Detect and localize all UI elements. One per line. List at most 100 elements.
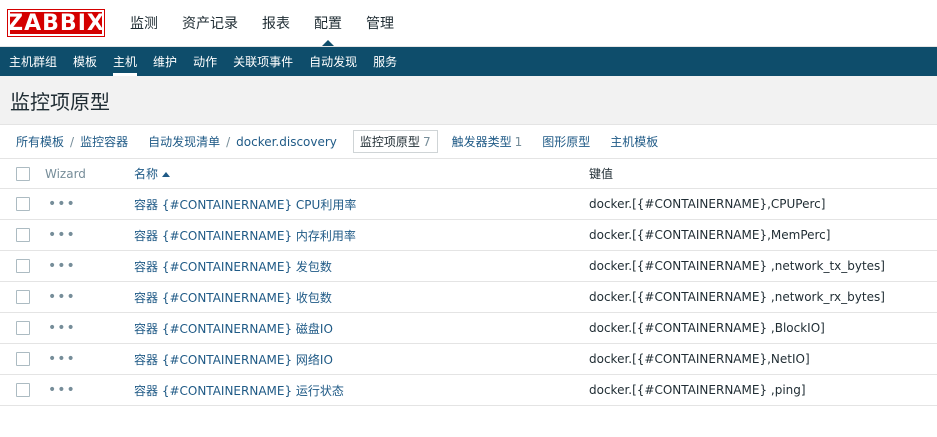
top-header: ZABBIX 监测 资产记录 报表 配置 管理 [0,0,937,47]
wizard-menu-icon[interactable]: ••• [48,351,76,367]
table-row: ••• 容器 {#CONTAINERNAME} CPU利用率 docker.[{… [0,188,937,220]
sub-menu-actions[interactable]: 动作 [185,47,225,76]
wizard-menu-icon[interactable]: ••• [48,289,76,305]
row-select-cell [0,281,36,313]
sub-menu-event-correlation[interactable]: 关联项事件 [225,47,301,76]
table-row: ••• 容器 {#CONTAINERNAME} 发包数 docker.[{#CO… [0,250,937,282]
sub-menu-host-groups[interactable]: 主机群组 [0,47,65,76]
select-all-checkbox[interactable] [16,166,30,181]
sub-menu: 主机群组 模板 主机 维护 动作 关联项事件 自动发现 服务 [0,47,937,76]
key-header: 键值 [589,159,937,189]
title-bar: 监控项原型 [0,76,937,125]
wizard-header: Wizard [36,159,134,189]
wizard-cell: ••• [36,188,134,220]
wizard-menu-icon[interactable]: ••• [48,258,76,274]
key-cell: docker.[{#CONTAINERNAME} ,BlockIO] [589,312,937,344]
row-select-cell [0,343,36,375]
item-name-link[interactable]: 容器 {#CONTAINERNAME} 运行状态 [134,384,344,398]
row-select-cell [0,188,36,220]
top-menu-inventory[interactable]: 资产记录 [170,0,250,46]
name-cell: 容器 {#CONTAINERNAME} CPU利用率 [134,188,589,220]
wizard-cell: ••• [36,219,134,251]
tab-label: 监控项原型 [359,135,420,149]
tab-trigger-prototypes[interactable]: 触发器类型 1 [442,133,533,150]
name-cell: 容器 {#CONTAINERNAME} 内存利用率 [134,219,589,251]
key-cell: docker.[{#CONTAINERNAME},CPUPerc] [589,188,937,220]
tab-graph-prototypes[interactable]: 图形原型 [532,133,600,150]
top-menu-monitoring[interactable]: 监测 [118,0,170,46]
row-checkbox[interactable] [16,321,30,335]
top-menu: 监测 资产记录 报表 配置 管理 [118,0,406,46]
zabbix-logo[interactable]: ZABBIX [7,9,105,37]
name-header-label: 名称 [134,167,159,181]
name-header: 名称 [134,159,589,189]
top-menu-administration[interactable]: 管理 [354,0,406,46]
sort-asc-icon [162,172,171,177]
breadcrumb-all-templates[interactable]: 所有模板 [6,133,74,150]
row-checkbox[interactable] [16,383,30,397]
top-menu-configuration[interactable]: 配置 [302,0,354,46]
key-header-label: 键值 [589,167,614,181]
name-cell: 容器 {#CONTAINERNAME} 收包数 [134,281,589,313]
wizard-menu-icon[interactable]: ••• [48,382,76,398]
sub-menu-maintenance[interactable]: 维护 [145,47,185,76]
row-select-cell [0,250,36,282]
breadcrumb-template[interactable]: 监控容器 [70,133,138,150]
name-cell: 容器 {#CONTAINERNAME} 磁盘IO [134,312,589,344]
wizard-cell: ••• [36,281,134,313]
row-checkbox[interactable] [16,228,30,242]
sub-menu-hosts[interactable]: 主机 [105,47,145,76]
item-name-link[interactable]: 容器 {#CONTAINERNAME} 网络IO [134,353,333,367]
name-sort-link[interactable]: 名称 [134,167,171,181]
item-name-link[interactable]: 容器 {#CONTAINERNAME} 磁盘IO [134,322,333,336]
sub-menu-services[interactable]: 服务 [365,47,405,76]
tab-host-prototypes[interactable]: 主机模板 [600,133,668,150]
select-all-cell [0,159,36,189]
wizard-menu-icon[interactable]: ••• [48,196,76,212]
row-checkbox[interactable] [16,290,30,304]
name-cell: 容器 {#CONTAINERNAME} 运行状态 [134,374,589,406]
row-select-cell [0,219,36,251]
wizard-menu-icon[interactable]: ••• [48,320,76,336]
table-row: ••• 容器 {#CONTAINERNAME} 运行状态 docker.[{#C… [0,374,937,406]
breadcrumb-discovery-list[interactable]: 自动发现清单 [138,133,230,150]
wizard-cell: ••• [36,343,134,375]
row-select-cell [0,312,36,344]
page-title: 监控项原型 [10,89,110,114]
wizard-cell: ••• [36,312,134,344]
wizard-cell: ••• [36,374,134,406]
row-checkbox[interactable] [16,259,30,273]
item-name-link[interactable]: 容器 {#CONTAINERNAME} 收包数 [134,291,332,305]
key-cell: docker.[{#CONTAINERNAME} ,network_tx_byt… [589,250,937,282]
wizard-header-label: Wizard [45,166,86,181]
key-cell: docker.[{#CONTAINERNAME} ,network_rx_byt… [589,281,937,313]
tab-count: 7 [422,135,431,149]
item-name-link[interactable]: 容器 {#CONTAINERNAME} 内存利用率 [134,229,356,243]
key-cell: docker.[{#CONTAINERNAME} ,ping] [589,374,937,406]
tab-count: 1 [514,135,523,149]
name-cell: 容器 {#CONTAINERNAME} 发包数 [134,250,589,282]
wizard-menu-icon[interactable]: ••• [48,227,76,243]
table-row: ••• 容器 {#CONTAINERNAME} 收包数 docker.[{#CO… [0,281,937,313]
table-row: ••• 容器 {#CONTAINERNAME} 内存利用率 docker.[{#… [0,219,937,251]
sub-menu-discovery[interactable]: 自动发现 [301,47,365,76]
sub-menu-templates[interactable]: 模板 [65,47,105,76]
row-checkbox[interactable] [16,197,30,211]
item-prototypes-table: Wizard 名称 键值 ••• 容器 {#CONTAINERNAME} CPU… [0,159,937,406]
item-name-link[interactable]: 容器 {#CONTAINERNAME} 发包数 [134,260,332,274]
top-menu-reports[interactable]: 报表 [250,0,302,46]
table-row: ••• 容器 {#CONTAINERNAME} 网络IO docker.[{#C… [0,343,937,375]
tab-label: 触发器类型 [451,135,512,149]
row-checkbox[interactable] [16,352,30,366]
key-cell: docker.[{#CONTAINERNAME},MemPerc] [589,219,937,251]
table-row: ••• 容器 {#CONTAINERNAME} 磁盘IO docker.[{#C… [0,312,937,344]
tab-item-prototypes[interactable]: 监控项原型 7 [352,130,438,153]
wizard-cell: ••• [36,250,134,282]
name-cell: 容器 {#CONTAINERNAME} 网络IO [134,343,589,375]
row-select-cell [0,374,36,406]
breadcrumb: 所有模板 / 监控容器 自动发现清单 / docker.discovery 监控… [0,125,937,159]
table-header-row: Wizard 名称 键值 [0,159,937,189]
key-cell: docker.[{#CONTAINERNAME},NetIO] [589,343,937,375]
item-name-link[interactable]: 容器 {#CONTAINERNAME} CPU利用率 [134,198,356,212]
breadcrumb-discovery-rule[interactable]: docker.discovery [226,135,347,149]
